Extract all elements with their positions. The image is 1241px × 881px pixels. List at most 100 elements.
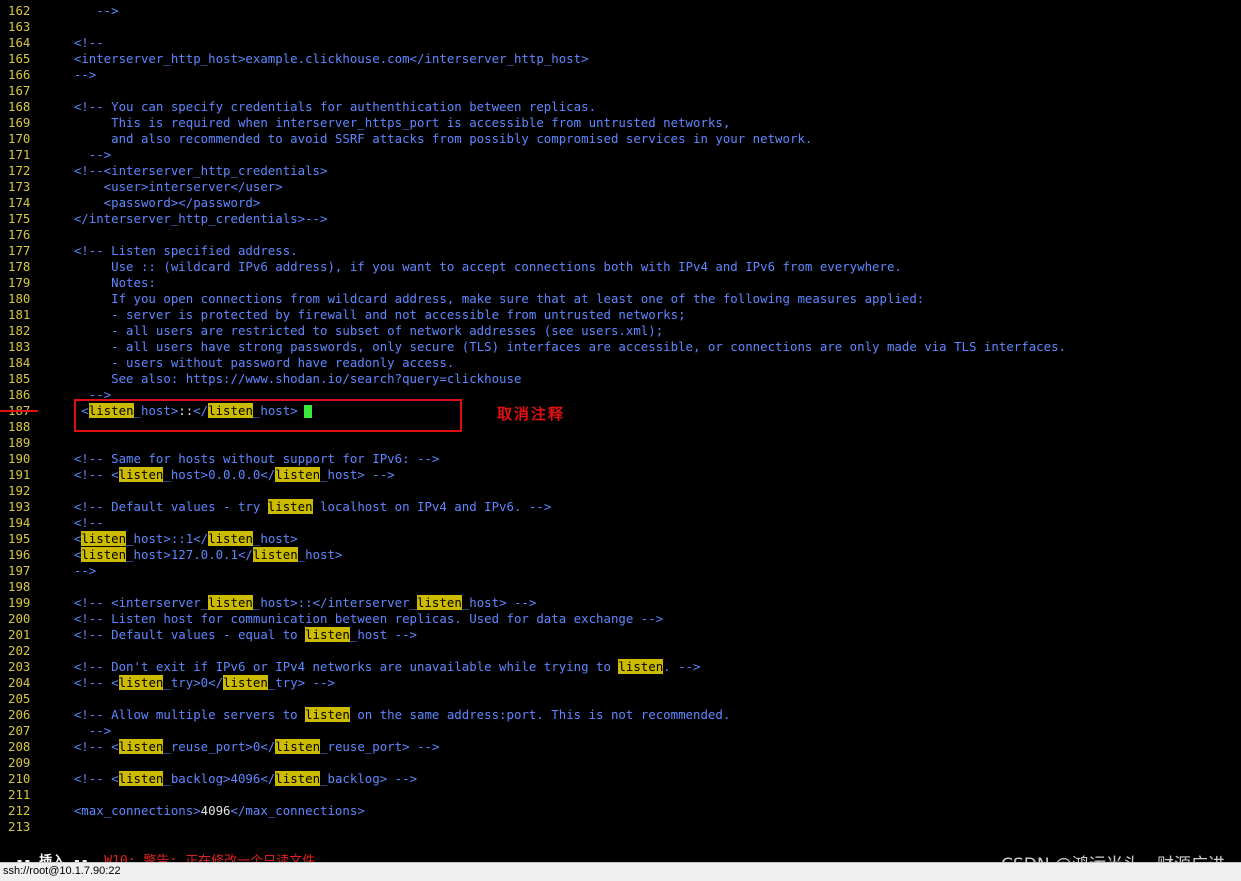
code-token: <max_connections> [44,803,201,818]
code-line[interactable]: 204 <!-- <listen_try>0</listen_try> --> [0,675,335,691]
line-content: - users without password have readonly a… [44,355,454,371]
code-line[interactable]: 174 <password></password> [0,195,260,211]
code-line[interactable]: 173 <user>interserver</user> [0,179,283,195]
code-line[interactable]: 168 <!-- You can specify credentials for… [0,99,596,115]
code-token: Use :: (wildcard IPv6 address), if you w… [44,259,902,274]
line-number: 172 [8,163,31,178]
code-line[interactable]: 212 <max_connections>4096</max_connectio… [0,803,365,819]
code-line[interactable]: 203 <!-- Don't exit if IPv6 or IPv4 netw… [0,659,700,675]
code-line[interactable]: 197 --> [0,563,96,579]
code-line[interactable]: 189 [0,435,44,451]
search-highlight: listen [118,467,164,482]
code-line[interactable]: 192 [0,483,44,499]
code-line[interactable]: 200 <!-- Listen host for communication b… [0,611,663,627]
line-number: 191 [8,467,31,482]
code-line[interactable]: 167 [0,83,44,99]
code-token: --> [44,67,97,82]
code-line[interactable]: 185 See also: https://www.shodan.io/sear… [0,371,521,387]
code-token: - all users have strong passwords, only … [44,339,1066,354]
code-token: _host> [297,547,343,562]
code-line[interactable]: 210 <!-- <listen_backlog>4096</listen_ba… [0,771,417,787]
code-line[interactable]: 164 <!-- [0,35,104,51]
line-content: <listen_host>127.0.0.1</listen_host> [44,547,342,563]
code-line[interactable]: 183 - all users have strong passwords, o… [0,339,1066,355]
code-line[interactable]: 193 <!-- Default values - try listen loc… [0,499,551,515]
code-line[interactable]: 188 [0,419,44,435]
code-token: - users without password have readonly a… [44,355,455,370]
code-token: If you open connections from wildcard ad… [44,291,925,306]
code-line[interactable]: 196 <listen_host>127.0.0.1</listen_host> [0,547,342,563]
line-number: 212 [8,803,31,818]
code-line[interactable]: 181 - server is protected by firewall an… [0,307,686,323]
code-token: <!--<interserver_http_credentials> [44,163,328,178]
code-line[interactable]: 178 Use :: (wildcard IPv6 address), if y… [0,259,902,275]
search-highlight: listen [118,675,164,690]
code-line[interactable]: 198 [0,579,44,595]
line-number: 210 [8,771,31,786]
annotation-label: 取消注释 [497,405,566,423]
status-line: -- 插入 -- W10: 警告: 正在修改一个只读文件 [0,835,315,869]
code-token: _host>::1</ [126,531,209,546]
code-line[interactable]: 177 <!-- Listen specified address. [0,243,298,259]
code-token: <!-- Default values - equal to [44,627,306,642]
code-line[interactable]: 182 - all users are restricted to subset… [0,323,663,339]
code-line[interactable]: 162 --> [0,3,119,19]
code-line[interactable]: 163 [0,19,44,35]
code-line[interactable]: 166 --> [0,67,96,83]
code-line[interactable]: 211 [0,787,44,803]
line-number: 166 [8,67,31,82]
line-number: 165 [8,51,31,66]
code-line[interactable]: 184 - users without password have readon… [0,355,454,371]
code-line[interactable]: 165 <interserver_http_host>example.click… [0,51,589,67]
code-line[interactable]: 199 <!-- <interserver_listen_host>::</in… [0,595,536,611]
code-line[interactable]: 171 --> [0,147,111,163]
code-line[interactable]: 202 [0,643,44,659]
code-line[interactable]: 172 <!--<interserver_http_credentials> [0,163,327,179]
line-content: See also: https://www.shodan.io/search?q… [44,371,521,387]
code-line[interactable]: 170 and also recommended to avoid SSRF a… [0,131,812,147]
search-highlight: listen [275,771,321,786]
line-number: 201 [8,627,31,642]
code-line[interactable]: 180 If you open connections from wildcar… [0,291,924,307]
line-content: <!-- <listen_reuse_port>0</listen_reuse_… [44,739,439,755]
code-line[interactable]: 190 <!-- Same for hosts without support … [0,451,439,467]
line-number: 209 [8,755,31,770]
line-content: </interserver_http_credentials>--> [44,211,328,227]
line-content: <listen_host>::1</listen_host> [44,531,298,547]
search-highlight: listen [118,771,164,786]
code-line[interactable]: 175 </interserver_http_credentials>--> [0,211,327,227]
line-number: 190 [8,451,31,466]
code-line[interactable]: 213 [0,819,44,835]
code-line[interactable]: 179 Notes: [0,275,156,291]
code-line[interactable]: 195 <listen_host>::1</listen_host> [0,531,298,547]
code-token: _reuse_port> --> [320,739,440,754]
code-token: <user>interserver</user> [44,179,283,194]
code-token: - server is protected by firewall and no… [44,307,686,322]
line-number: 200 [8,611,31,626]
code-line[interactable]: 209 [0,755,44,771]
line-number: 179 [8,275,31,290]
code-line[interactable]: 176 [0,227,44,243]
code-token: <!-- Don't exit if IPv6 or IPv4 networks… [44,659,619,674]
code-line[interactable]: 191 <!-- <listen_host>0.0.0.0</listen_ho… [0,467,395,483]
code-line[interactable]: 205 [0,691,44,707]
line-number: 180 [8,291,31,306]
line-number: 196 [8,547,31,562]
code-line[interactable]: 207 --> [0,723,111,739]
code-token: </max_connections> [230,803,365,818]
line-content: <!--<interserver_http_credentials> [44,163,328,179]
code-line[interactable]: 208 <!-- <listen_reuse_port>0</listen_re… [0,739,439,755]
line-content: <!-- Listen specified address. [44,243,298,259]
code-token: < [44,531,82,546]
window-title: ssh://root@10.1.7.90:22 [3,865,121,877]
code-line[interactable]: 206 <!-- Allow multiple servers to liste… [0,707,730,723]
code-token: _try> --> [267,675,335,690]
code-line[interactable]: 169 This is required when interserver_ht… [0,115,730,131]
code-token: 4096 [200,803,231,818]
code-line[interactable]: 194 <!-- [0,515,104,531]
code-line[interactable]: 201 <!-- Default values - equal to liste… [0,627,417,643]
line-content: <!-- <listen_host>0.0.0.0</listen_host> … [44,467,395,483]
line-number: 194 [8,515,31,530]
code-token: <!-- [44,35,104,50]
search-highlight: listen [305,627,350,642]
